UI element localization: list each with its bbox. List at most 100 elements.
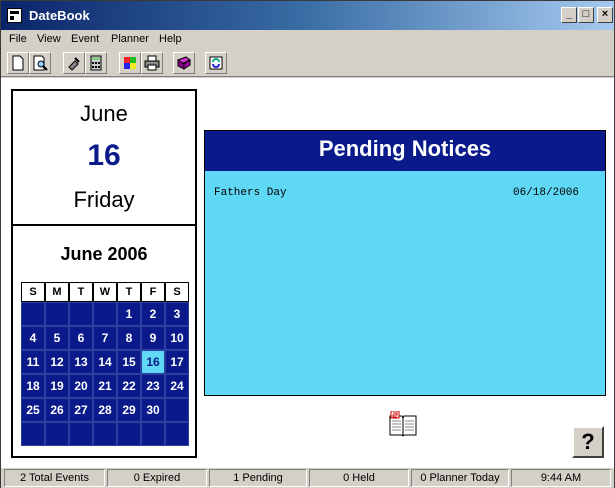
palette-icon	[124, 57, 136, 69]
print-button[interactable]	[141, 52, 163, 74]
calculator-button[interactable]	[85, 52, 107, 74]
window-title: DateBook	[29, 8, 90, 23]
print-icon	[144, 55, 160, 71]
calendar-week-row: 25 26 27 28 29 30	[21, 398, 190, 422]
calendar-day[interactable]: 14	[93, 350, 117, 374]
calendar-day[interactable]: 7	[93, 326, 117, 350]
calendar-day[interactable]: 8	[117, 326, 141, 350]
open-book-button[interactable]	[388, 410, 418, 437]
close-button[interactable]: ×	[597, 7, 613, 23]
calendar-day[interactable]: 20	[69, 374, 93, 398]
calendar-day[interactable]: 13	[69, 350, 93, 374]
weekday-label: M	[45, 282, 69, 302]
menu-planner[interactable]: Planner	[111, 33, 149, 45]
calendar-empty-cell	[117, 422, 141, 446]
calendar-empty-cell	[21, 302, 45, 326]
calculator-icon	[90, 55, 102, 71]
calendar-day[interactable]: 29	[117, 398, 141, 422]
status-planner-today: 0 Planner Today	[411, 469, 509, 487]
status-bar: 2 Total Events 0 Expired 1 Pending 0 Hel…	[1, 468, 614, 488]
calendar-day[interactable]: 25	[21, 398, 45, 422]
menu-bar: File View Event Planner Help	[1, 30, 614, 49]
calendar-day[interactable]: 9	[141, 326, 165, 350]
new-button[interactable]	[7, 52, 29, 74]
calendar-week-row: 4 5 6 7 8 9 10	[21, 326, 190, 350]
calendar-day[interactable]: 26	[45, 398, 69, 422]
weekday-label: T	[117, 282, 141, 302]
calendar-day[interactable]: 12	[45, 350, 69, 374]
book-icon	[177, 56, 191, 70]
calendar-empty-cell	[93, 422, 117, 446]
calendar-empty-cell	[165, 398, 189, 422]
status-expired: 0 Expired	[107, 469, 207, 487]
month-calendar-panel: June 2006 S M T W T F S 1 2 3 4 5 6 7 8 9 10 11 12 1…	[11, 224, 197, 458]
palette-button[interactable]	[119, 52, 141, 74]
weekday-label: W	[93, 282, 117, 302]
refresh-button[interactable]	[205, 52, 227, 74]
calendar-day[interactable]: 10	[165, 326, 189, 350]
calendar-title: June 2006	[60, 244, 148, 264]
calendar-day[interactable]: 23	[141, 374, 165, 398]
toolbar	[1, 49, 614, 77]
weekday-header: S M T W T F S	[21, 282, 190, 302]
calendar-day[interactable]: 22	[117, 374, 141, 398]
new-icon	[12, 55, 24, 71]
app-icon[interactable]	[7, 8, 22, 23]
weekday-label: T	[69, 282, 93, 302]
tools-button[interactable]	[63, 52, 85, 74]
title-bar[interactable]: DateBook _ □ ×	[1, 1, 614, 30]
calendar-day[interactable]: 15	[117, 350, 141, 374]
calendar-week-row: 123	[21, 302, 190, 326]
notice-item[interactable]: Fathers Day 06/18/2006	[214, 187, 579, 199]
calendar-day[interactable]: 5	[45, 326, 69, 350]
calendar-week-row	[21, 422, 190, 446]
calendar-day[interactable]: 21	[93, 374, 117, 398]
menu-help[interactable]: Help	[159, 33, 182, 45]
maximize-button[interactable]: □	[578, 7, 594, 23]
weekday-label: S	[165, 282, 189, 302]
calendar-day[interactable]: 17	[165, 350, 189, 374]
status-clock: 9:44 AM	[511, 469, 611, 487]
calendar-week-row: 11 12 13 14 15 16 17	[21, 350, 190, 374]
current-month: June	[80, 101, 128, 126]
calendar-day[interactable]: 28	[93, 398, 117, 422]
current-weekday: Friday	[73, 187, 135, 212]
menu-event[interactable]: Event	[71, 33, 99, 45]
calendar-empty-cell	[93, 302, 117, 326]
calendar-empty-cell	[141, 422, 165, 446]
calendar-day[interactable]: 1	[117, 302, 141, 326]
calendar-day[interactable]: 2	[141, 302, 165, 326]
datebook-window: DateBook _ □ × File View Event Planner H…	[0, 0, 615, 488]
planner-book-button[interactable]	[173, 52, 195, 74]
menu-view[interactable]: View	[37, 33, 61, 45]
calendar-day[interactable]: 30	[141, 398, 165, 422]
current-date-panel: June 16 Friday	[11, 89, 197, 226]
notice-name: Fathers Day	[214, 187, 287, 199]
menu-file[interactable]: File	[9, 33, 27, 45]
calendar-day[interactable]: 3	[165, 302, 189, 326]
calendar-empty-cell	[45, 422, 69, 446]
tools-icon	[68, 57, 80, 71]
main-area: June 16 Friday June 2006 S M T W T F S 1…	[1, 78, 614, 468]
calendar-grid: S M T W T F S 1 2 3 4 5 6 7 8 9 10 11 12 13 14 15 16 17 1…	[21, 282, 190, 446]
calendar-day[interactable]: 18	[21, 374, 45, 398]
calendar-day[interactable]: 24	[165, 374, 189, 398]
preview-button[interactable]	[29, 52, 51, 74]
calendar-empty-cell	[69, 302, 93, 326]
calendar-day[interactable]: 4	[21, 326, 45, 350]
calendar-day[interactable]: 19	[45, 374, 69, 398]
calendar-day[interactable]: 6	[69, 326, 93, 350]
notice-date: 06/18/2006	[512, 187, 579, 199]
calendar-day[interactable]: 16	[141, 350, 165, 374]
status-held: 0 Held	[309, 469, 409, 487]
help-button[interactable]: ?	[572, 426, 604, 458]
weekday-label: F	[141, 282, 165, 302]
calendar-empty-cell	[69, 422, 93, 446]
minimize-button[interactable]: _	[561, 7, 577, 23]
calendar-day[interactable]: 27	[69, 398, 93, 422]
calendar-day[interactable]: 11	[21, 350, 45, 374]
calendar-empty-cell	[45, 302, 69, 326]
notices-title: Pending Notices	[205, 131, 605, 171]
calendar-empty-cell	[21, 422, 45, 446]
status-pending: 1 Pending	[209, 469, 307, 487]
